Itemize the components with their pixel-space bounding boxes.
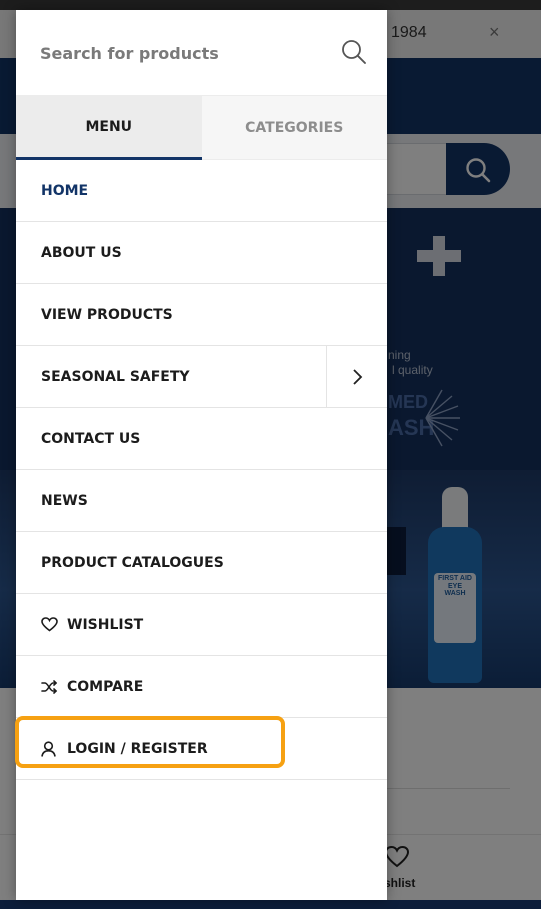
search-icon[interactable]: [341, 39, 367, 65]
menu-item-label: SEASONAL SAFETY: [41, 368, 190, 385]
menu-item-login-register[interactable]: LOGIN / REGISTER: [16, 718, 387, 780]
menu-item-label: NEWS: [41, 492, 88, 509]
menu-item-label: COMPARE: [67, 678, 144, 695]
shuffle-icon: [41, 679, 59, 695]
submenu-toggle-button[interactable]: [326, 346, 387, 407]
menu-item-label: LOGIN / REGISTER: [67, 740, 208, 757]
menu-item-label: WISHLIST: [67, 616, 144, 633]
heart-icon: [41, 617, 59, 633]
mobile-nav-drawer: MENU CATEGORIES HOME ABOUT US VIEW PRODU…: [16, 10, 387, 900]
menu-item-compare[interactable]: COMPARE: [16, 656, 387, 718]
menu-item-about-us[interactable]: ABOUT US: [16, 222, 387, 284]
menu-list: HOME ABOUT US VIEW PRODUCTS SEASONAL SAF…: [16, 160, 387, 780]
chevron-right-icon: [353, 368, 363, 385]
user-icon: [41, 740, 59, 757]
menu-item-label: ABOUT US: [41, 244, 122, 261]
menu-item-contact-us[interactable]: CONTACT US: [16, 408, 387, 470]
menu-item-seasonal-safety[interactable]: SEASONAL SAFETY: [16, 346, 387, 408]
search-input[interactable]: [40, 36, 330, 70]
drawer-search: [16, 10, 387, 96]
menu-item-product-catalogues[interactable]: PRODUCT CATALOGUES: [16, 532, 387, 594]
tab-menu[interactable]: MENU: [16, 96, 202, 160]
menu-item-home[interactable]: HOME: [16, 160, 387, 222]
menu-item-label: PRODUCT CATALOGUES: [41, 554, 224, 571]
menu-item-label: HOME: [41, 182, 89, 199]
drawer-tabs: MENU CATEGORIES: [16, 96, 387, 160]
menu-item-news[interactable]: NEWS: [16, 470, 387, 532]
menu-item-wishlist[interactable]: WISHLIST: [16, 594, 387, 656]
menu-item-label: CONTACT US: [41, 430, 141, 447]
menu-item-label: VIEW PRODUCTS: [41, 306, 173, 323]
menu-item-view-products[interactable]: VIEW PRODUCTS: [16, 284, 387, 346]
tab-categories[interactable]: CATEGORIES: [201, 96, 387, 160]
